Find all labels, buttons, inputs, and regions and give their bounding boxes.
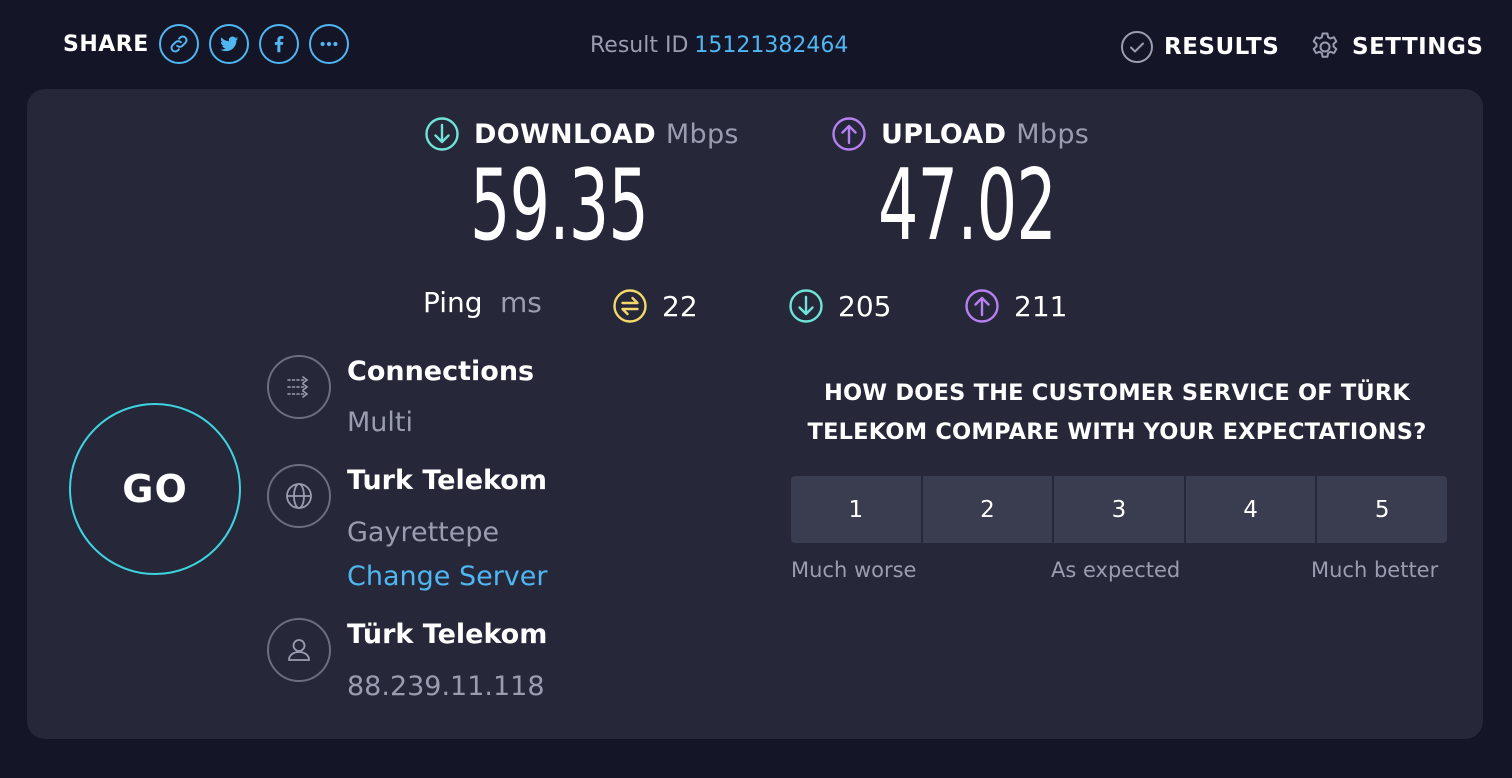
download-arrow-icon [425,117,459,151]
share-link-button[interactable] [158,24,199,64]
server-location: Gayrettepe [347,517,500,548]
server-name: Turk Telekom [347,465,547,496]
link-icon [170,35,188,53]
connections-icon-wrap[interactable] [267,355,331,419]
ip-address: 88.239.11.118 [347,671,545,702]
upload-unit: Mbps [1016,118,1090,150]
share-more-button[interactable] [308,24,349,64]
survey-question-line2: TELEKOM COMPARE WITH YOUR EXPECTATIONS? [807,419,1427,445]
isp-name: Türk Telekom [347,619,548,650]
rating-label-low: Much worse [791,558,917,582]
ping-download-value: 205 [838,289,892,323]
twitter-icon [219,36,238,52]
rating-option-3[interactable]: 3 [1054,476,1184,543]
settings-label: SETTINGS [1352,34,1484,60]
server-icon-wrap [267,464,331,528]
survey-question: HOW DOES THE CUSTOMER SERVICE OF TÜRK TE… [787,374,1447,452]
results-label: RESULTS [1164,34,1280,60]
ping-unit: ms [500,286,542,319]
upload-latency-icon [965,289,999,323]
ping-idle: 22 [612,286,698,326]
results-button[interactable]: RESULTS [1120,30,1279,64]
connections-icon [287,376,309,398]
facebook-icon [274,36,284,53]
download-value: 59.35 [470,149,649,263]
upload-arrow-icon [832,117,866,151]
rating-label-mid: As expected [1051,558,1181,582]
idle-latency-icon [613,289,647,323]
connections-value: Multi [347,407,413,438]
user-icon-wrap [267,618,331,682]
check-circle-icon [1121,31,1153,63]
result-id-link[interactable]: 15121382464 [694,33,848,58]
top-bar: SHARE Result ID 15121382464 RESULTS SETT… [0,0,1512,90]
download-metric: DOWNLOAD Mbps 59.35 [424,116,739,256]
share-label: SHARE [63,31,149,57]
connections-title: Connections [347,356,535,387]
result-id: Result ID 15121382464 [590,33,848,58]
rating-scale: 1 2 3 4 5 [791,476,1447,543]
download-header: DOWNLOAD Mbps [424,116,739,152]
ping-upload: 211 [964,286,1067,326]
ping-label: Ping [423,286,483,319]
download-unit: Mbps [665,118,739,150]
more-icon [320,41,338,47]
go-button[interactable]: GO [69,403,241,575]
download-label: DOWNLOAD [474,118,656,150]
result-id-label: Result ID [590,33,689,58]
rating-option-5[interactable]: 5 [1317,476,1447,543]
upload-value: 47.02 [878,149,1057,263]
upload-header: UPLOAD Mbps [831,116,1125,152]
share-group: SHARE [63,22,349,66]
settings-button[interactable]: SETTINGS [1308,30,1483,64]
ping-upload-value: 211 [1014,289,1068,323]
change-server-link[interactable]: Change Server [347,561,548,592]
rating-option-4[interactable]: 4 [1185,476,1316,543]
ping-download: 205 [788,286,891,326]
globe-icon [286,483,312,509]
share-twitter-button[interactable] [208,24,249,64]
download-latency-icon [789,289,823,323]
rating-label-high: Much better [1311,558,1439,582]
rating-option-2[interactable]: 2 [922,476,1053,543]
upload-label: UPLOAD [881,118,1007,150]
user-icon [288,639,310,661]
results-card: DOWNLOAD Mbps 59.35 UPLOAD Mbps 47.02 Pi… [27,89,1483,739]
survey-question-line1: HOW DOES THE CUSTOMER SERVICE OF TÜRK [823,380,1411,406]
rating-option-1[interactable]: 1 [791,476,921,543]
ping-idle-value: 22 [662,289,698,323]
share-facebook-button[interactable] [258,24,299,64]
upload-metric: UPLOAD Mbps 47.02 [831,116,1125,256]
gear-icon [1312,32,1338,58]
